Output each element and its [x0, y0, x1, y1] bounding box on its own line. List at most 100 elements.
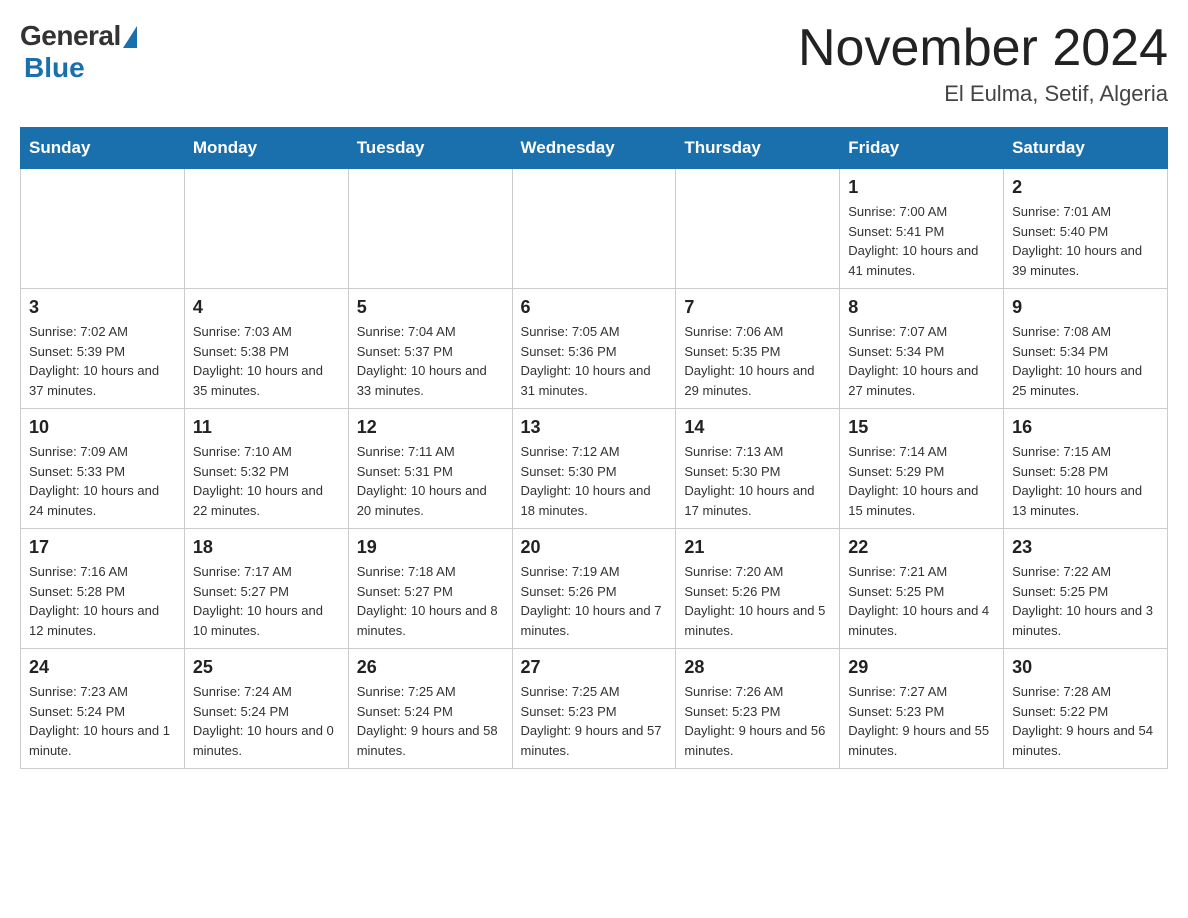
day-info: Sunrise: 7:07 AM Sunset: 5:34 PM Dayligh…	[848, 322, 995, 400]
day-number: 9	[1012, 297, 1159, 318]
day-number: 14	[684, 417, 831, 438]
calendar-header-row: SundayMondayTuesdayWednesdayThursdayFrid…	[21, 128, 1168, 169]
logo-triangle-icon	[123, 26, 137, 48]
day-number: 1	[848, 177, 995, 198]
day-info: Sunrise: 7:02 AM Sunset: 5:39 PM Dayligh…	[29, 322, 176, 400]
day-info: Sunrise: 7:25 AM Sunset: 5:23 PM Dayligh…	[521, 682, 668, 760]
logo-general-text: General	[20, 20, 121, 52]
week-row-4: 17 Sunrise: 7:16 AM Sunset: 5:28 PM Dayli…	[21, 529, 1168, 649]
day-number: 10	[29, 417, 176, 438]
calendar-header-tuesday: Tuesday	[348, 128, 512, 169]
calendar-table: SundayMondayTuesdayWednesdayThursdayFrid…	[20, 127, 1168, 769]
calendar-header-sunday: Sunday	[21, 128, 185, 169]
calendar-cell: 22 Sunrise: 7:21 AM Sunset: 5:25 PM Dayli…	[840, 529, 1004, 649]
calendar-cell: 9 Sunrise: 7:08 AM Sunset: 5:34 PM Daylig…	[1004, 289, 1168, 409]
day-number: 16	[1012, 417, 1159, 438]
day-number: 12	[357, 417, 504, 438]
calendar-cell	[676, 169, 840, 289]
day-info: Sunrise: 7:27 AM Sunset: 5:23 PM Dayligh…	[848, 682, 995, 760]
calendar-cell: 3 Sunrise: 7:02 AM Sunset: 5:39 PM Daylig…	[21, 289, 185, 409]
day-info: Sunrise: 7:03 AM Sunset: 5:38 PM Dayligh…	[193, 322, 340, 400]
calendar-cell: 12 Sunrise: 7:11 AM Sunset: 5:31 PM Dayli…	[348, 409, 512, 529]
day-info: Sunrise: 7:18 AM Sunset: 5:27 PM Dayligh…	[357, 562, 504, 640]
logo-blue-text: Blue	[24, 52, 85, 83]
day-info: Sunrise: 7:23 AM Sunset: 5:24 PM Dayligh…	[29, 682, 176, 760]
calendar-header-wednesday: Wednesday	[512, 128, 676, 169]
day-number: 5	[357, 297, 504, 318]
day-number: 7	[684, 297, 831, 318]
calendar-cell: 14 Sunrise: 7:13 AM Sunset: 5:30 PM Dayli…	[676, 409, 840, 529]
calendar-cell: 28 Sunrise: 7:26 AM Sunset: 5:23 PM Dayli…	[676, 649, 840, 769]
day-number: 8	[848, 297, 995, 318]
day-info: Sunrise: 7:21 AM Sunset: 5:25 PM Dayligh…	[848, 562, 995, 640]
calendar-cell: 10 Sunrise: 7:09 AM Sunset: 5:33 PM Dayli…	[21, 409, 185, 529]
week-row-3: 10 Sunrise: 7:09 AM Sunset: 5:33 PM Dayli…	[21, 409, 1168, 529]
day-number: 17	[29, 537, 176, 558]
calendar-cell: 4 Sunrise: 7:03 AM Sunset: 5:38 PM Daylig…	[184, 289, 348, 409]
day-info: Sunrise: 7:11 AM Sunset: 5:31 PM Dayligh…	[357, 442, 504, 520]
day-info: Sunrise: 7:15 AM Sunset: 5:28 PM Dayligh…	[1012, 442, 1159, 520]
day-number: 22	[848, 537, 995, 558]
calendar-cell: 24 Sunrise: 7:23 AM Sunset: 5:24 PM Dayli…	[21, 649, 185, 769]
calendar-cell: 20 Sunrise: 7:19 AM Sunset: 5:26 PM Dayli…	[512, 529, 676, 649]
calendar-cell	[512, 169, 676, 289]
day-number: 6	[521, 297, 668, 318]
location-text: El Eulma, Setif, Algeria	[798, 81, 1168, 107]
day-info: Sunrise: 7:28 AM Sunset: 5:22 PM Dayligh…	[1012, 682, 1159, 760]
day-info: Sunrise: 7:17 AM Sunset: 5:27 PM Dayligh…	[193, 562, 340, 640]
day-info: Sunrise: 7:12 AM Sunset: 5:30 PM Dayligh…	[521, 442, 668, 520]
calendar-header-monday: Monday	[184, 128, 348, 169]
week-row-5: 24 Sunrise: 7:23 AM Sunset: 5:24 PM Dayli…	[21, 649, 1168, 769]
calendar-cell: 27 Sunrise: 7:25 AM Sunset: 5:23 PM Dayli…	[512, 649, 676, 769]
day-number: 3	[29, 297, 176, 318]
calendar-cell: 7 Sunrise: 7:06 AM Sunset: 5:35 PM Daylig…	[676, 289, 840, 409]
day-info: Sunrise: 7:13 AM Sunset: 5:30 PM Dayligh…	[684, 442, 831, 520]
day-number: 18	[193, 537, 340, 558]
calendar-cell: 19Sunrise: 7:18 AM Sunset: 5:27 PM Dayli…	[348, 529, 512, 649]
week-row-1: 1 Sunrise: 7:00 AM Sunset: 5:41 PM Daylig…	[21, 169, 1168, 289]
calendar-cell: 25Sunrise: 7:24 AM Sunset: 5:24 PM Dayli…	[184, 649, 348, 769]
day-number: 13	[521, 417, 668, 438]
calendar-cell: 6 Sunrise: 7:05 AM Sunset: 5:36 PM Daylig…	[512, 289, 676, 409]
day-number: 28	[684, 657, 831, 678]
calendar-cell: 18 Sunrise: 7:17 AM Sunset: 5:27 PM Dayli…	[184, 529, 348, 649]
day-info: Sunrise: 7:16 AM Sunset: 5:28 PM Dayligh…	[29, 562, 176, 640]
day-info: Sunrise: 7:20 AM Sunset: 5:26 PM Dayligh…	[684, 562, 831, 640]
day-info: Sunrise: 7:19 AM Sunset: 5:26 PM Dayligh…	[521, 562, 668, 640]
day-number: 29	[848, 657, 995, 678]
day-info: Sunrise: 7:08 AM Sunset: 5:34 PM Dayligh…	[1012, 322, 1159, 400]
day-number: 26	[357, 657, 504, 678]
title-area: November 2024 El Eulma, Setif, Algeria	[798, 20, 1168, 107]
calendar-cell: 26Sunrise: 7:25 AM Sunset: 5:24 PM Dayli…	[348, 649, 512, 769]
month-title: November 2024	[798, 20, 1168, 77]
calendar-cell	[21, 169, 185, 289]
day-info: Sunrise: 7:10 AM Sunset: 5:32 PM Dayligh…	[193, 442, 340, 520]
day-info: Sunrise: 7:05 AM Sunset: 5:36 PM Dayligh…	[521, 322, 668, 400]
day-info: Sunrise: 7:22 AM Sunset: 5:25 PM Dayligh…	[1012, 562, 1159, 640]
calendar-cell	[348, 169, 512, 289]
calendar-cell: 30 Sunrise: 7:28 AM Sunset: 5:22 PM Dayli…	[1004, 649, 1168, 769]
day-info: Sunrise: 7:00 AM Sunset: 5:41 PM Dayligh…	[848, 202, 995, 280]
calendar-header-thursday: Thursday	[676, 128, 840, 169]
calendar-cell: 5 Sunrise: 7:04 AM Sunset: 5:37 PM Daylig…	[348, 289, 512, 409]
day-number: 20	[521, 537, 668, 558]
day-info: Sunrise: 7:09 AM Sunset: 5:33 PM Dayligh…	[29, 442, 176, 520]
calendar-cell: 16 Sunrise: 7:15 AM Sunset: 5:28 PM Dayli…	[1004, 409, 1168, 529]
day-info: Sunrise: 7:06 AM Sunset: 5:35 PM Dayligh…	[684, 322, 831, 400]
day-number: 24	[29, 657, 176, 678]
calendar-header-saturday: Saturday	[1004, 128, 1168, 169]
calendar-header-friday: Friday	[840, 128, 1004, 169]
calendar-cell: 17 Sunrise: 7:16 AM Sunset: 5:28 PM Dayli…	[21, 529, 185, 649]
day-number: 2	[1012, 177, 1159, 198]
day-number: 30	[1012, 657, 1159, 678]
calendar-cell: 8 Sunrise: 7:07 AM Sunset: 5:34 PM Daylig…	[840, 289, 1004, 409]
day-number: 11	[193, 417, 340, 438]
day-info: Sunrise: 7:24 AM Sunset: 5:24 PM Dayligh…	[193, 682, 340, 760]
day-number: 27	[521, 657, 668, 678]
calendar-cell: 21Sunrise: 7:20 AM Sunset: 5:26 PM Dayli…	[676, 529, 840, 649]
day-number: 4	[193, 297, 340, 318]
day-info: Sunrise: 7:04 AM Sunset: 5:37 PM Dayligh…	[357, 322, 504, 400]
day-info: Sunrise: 7:26 AM Sunset: 5:23 PM Dayligh…	[684, 682, 831, 760]
day-number: 15	[848, 417, 995, 438]
calendar-cell: 29 Sunrise: 7:27 AM Sunset: 5:23 PM Dayli…	[840, 649, 1004, 769]
